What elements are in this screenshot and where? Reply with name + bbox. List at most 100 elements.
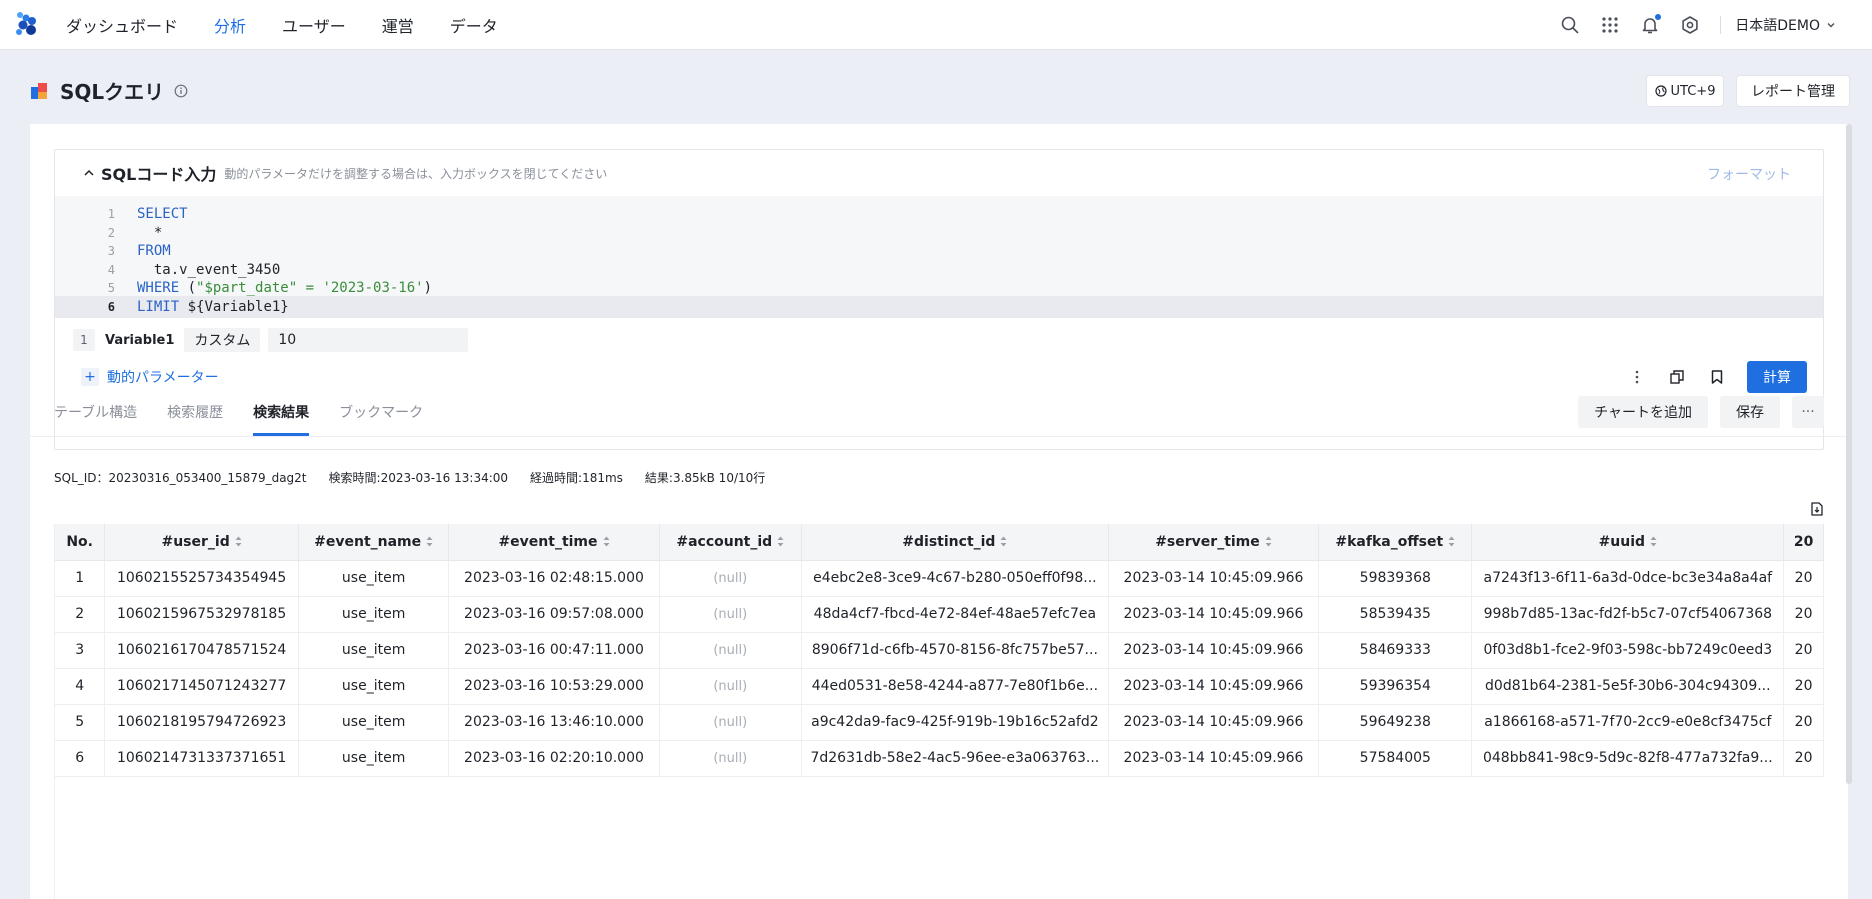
tab-table-structure[interactable]: テーブル構造 bbox=[54, 402, 137, 436]
column-header-label: #event_time bbox=[498, 533, 598, 550]
column-header-label: #uuid bbox=[1598, 533, 1646, 550]
table-cell: 1 bbox=[55, 560, 106, 597]
table-cell: 2 bbox=[55, 596, 106, 633]
column-header[interactable]: #event_name bbox=[298, 524, 450, 561]
table-cell: 8906f71d-c6fb-4570-8156-8fc757be57... bbox=[801, 632, 1109, 669]
globe-icon bbox=[1654, 85, 1667, 97]
more-vertical-icon[interactable] bbox=[1627, 367, 1647, 387]
table-cell: use_item bbox=[298, 632, 450, 669]
table-cell: (null) bbox=[659, 704, 802, 741]
table-cell: 3 bbox=[55, 632, 106, 669]
copy-icon[interactable] bbox=[1667, 367, 1687, 387]
sql-code-editor[interactable]: 1 SELECT 2 * 3 FROM 4 ta.v_event_3450 5 WHERE (… bbox=[55, 196, 1823, 318]
table-cell: 998b7d85-13ac-fd2f-b5c7-07cf54067368 bbox=[1471, 596, 1785, 633]
param-value-input[interactable] bbox=[268, 328, 469, 352]
column-header[interactable]: #user_id bbox=[104, 524, 299, 561]
sql-actions: 計算 bbox=[1627, 361, 1807, 393]
grid-icon[interactable] bbox=[1600, 15, 1620, 35]
line-number: 3 bbox=[107, 244, 115, 258]
table-cell: 1060215967532978185 bbox=[104, 596, 299, 633]
dynamic-param-row: 1 Variable1 カスタム bbox=[73, 328, 469, 352]
tabs-divider bbox=[30, 436, 1848, 437]
bookmark-icon[interactable] bbox=[1707, 367, 1727, 387]
nav-item-operations[interactable]: 運営 bbox=[382, 13, 414, 37]
sql-id: SQL_ID：20230316_053400_15879_dag2t bbox=[54, 471, 307, 485]
sql-query-icon bbox=[31, 82, 47, 99]
table-cell: (null) bbox=[659, 632, 802, 669]
line-number: 2 bbox=[107, 225, 115, 240]
page-title: SQLクエリ bbox=[60, 80, 165, 104]
column-header-label: No. bbox=[66, 533, 93, 550]
nav-item-analysis[interactable]: 分析 bbox=[214, 13, 246, 37]
column-header[interactable]: #distinct_id bbox=[801, 524, 1109, 561]
nav-item-dashboard[interactable]: ダッシュボード bbox=[66, 13, 178, 37]
table-cell: (null) bbox=[659, 668, 802, 705]
table-row[interactable]: 1 1060215525734354945 use_item 2023-03-16 0… bbox=[55, 560, 1824, 597]
table-row[interactable]: 6 1060214731337371651 use_item 2023-03-16 0… bbox=[55, 740, 1824, 777]
sort-icon[interactable] bbox=[1000, 536, 1007, 547]
report-management-button[interactable]: レポート管理 bbox=[1736, 75, 1850, 107]
sort-icon[interactable] bbox=[235, 536, 242, 547]
sort-icon[interactable] bbox=[777, 536, 784, 547]
more-actions-button[interactable]: ··· bbox=[1792, 396, 1824, 428]
line-number: 5 bbox=[107, 281, 115, 295]
tab-query-results[interactable]: 検索結果 bbox=[253, 402, 310, 436]
table-cell: a1866168-a571-7f70-2cc9-e0e8cf3475cf bbox=[1471, 704, 1785, 741]
format-button[interactable]: フォーマット bbox=[1707, 164, 1791, 184]
table-cell: 59839368 bbox=[1318, 560, 1473, 597]
column-header[interactable]: 20 bbox=[1783, 524, 1824, 561]
page-scrollbar[interactable] bbox=[1846, 124, 1852, 784]
sort-icon[interactable] bbox=[1448, 536, 1455, 547]
add-dynamic-param-button[interactable]: + 動的パラメーター bbox=[81, 367, 219, 387]
table-row[interactable]: 3 1060216170478571524 use_item 2023-03-16 0… bbox=[55, 632, 1824, 669]
table-cell: 0f03d8b1-fce2-9f03-598c-bb7249c0eed3 bbox=[1471, 632, 1785, 669]
sort-icon[interactable] bbox=[1265, 536, 1272, 547]
timezone-button[interactable]: UTC+9 bbox=[1646, 75, 1724, 107]
column-header[interactable]: #server_time bbox=[1108, 524, 1320, 561]
info-icon[interactable] bbox=[174, 84, 188, 98]
column-header[interactable]: No. bbox=[55, 524, 106, 561]
run-query-button[interactable]: 計算 bbox=[1747, 361, 1807, 393]
result-table-container[interactable]: No. #user_id #event_name #event_time #accoun… bbox=[54, 524, 1824, 899]
workspace-selector[interactable]: 日本語DEMO bbox=[1735, 15, 1836, 35]
gear-icon[interactable] bbox=[1680, 15, 1700, 35]
table-cell: (null) bbox=[659, 596, 802, 633]
column-header[interactable]: #kafka_offset bbox=[1318, 524, 1473, 561]
table-cell: 20 bbox=[1783, 740, 1824, 777]
main-content-card: SQLコード入力 動的パラメータだけを調整する場合は、入力ボックスを閉じてくださ… bbox=[30, 124, 1848, 899]
tab-bookmarks[interactable]: ブックマーク bbox=[339, 402, 423, 436]
column-header-label: #event_name bbox=[314, 533, 422, 550]
table-cell: 6 bbox=[55, 740, 106, 777]
nav-item-data[interactable]: データ bbox=[450, 13, 498, 37]
table-row[interactable]: 2 1060215967532978185 use_item 2023-03-16 0… bbox=[55, 596, 1824, 633]
code-line[interactable]: 6 LIMIT ${Variable1} bbox=[55, 295, 1823, 318]
notification-dot bbox=[1655, 14, 1662, 20]
search-icon[interactable] bbox=[1560, 15, 1580, 35]
chevron-up-icon[interactable] bbox=[83, 167, 95, 179]
sql-editor-header: SQLコード入力 動的パラメータだけを調整する場合は、入力ボックスを閉じてくださ… bbox=[55, 150, 1823, 196]
table-cell: 7d2631db-58e2-4ac5-96ee-e3a063763... bbox=[801, 740, 1109, 777]
param-type-select[interactable]: カスタム bbox=[184, 328, 261, 352]
save-button[interactable]: 保存 bbox=[1720, 396, 1780, 428]
tab-query-history[interactable]: 検索履歴 bbox=[167, 402, 223, 436]
column-header-label: #server_time bbox=[1155, 533, 1260, 550]
column-header[interactable]: #account_id bbox=[659, 524, 802, 561]
export-file-icon[interactable] bbox=[1810, 502, 1824, 516]
app-logo-icon[interactable] bbox=[12, 10, 40, 38]
sort-icon[interactable] bbox=[1650, 536, 1657, 547]
column-header[interactable]: #event_time bbox=[448, 524, 660, 561]
nav-item-users[interactable]: ユーザー bbox=[282, 13, 346, 37]
sort-icon[interactable] bbox=[426, 536, 433, 547]
table-cell: 5 bbox=[55, 704, 106, 741]
line-number: 1 bbox=[107, 207, 115, 221]
top-navigation-bar: ダッシュボード 分析 ユーザー 運営 データ 日本語DEMO bbox=[0, 0, 1872, 50]
bell-icon[interactable] bbox=[1640, 14, 1662, 35]
table-row[interactable]: 5 1060218195794726923 use_item 2023-03-16 1… bbox=[55, 704, 1824, 741]
code-text: FROM bbox=[137, 243, 171, 259]
column-header[interactable]: #uuid bbox=[1471, 524, 1785, 561]
table-row[interactable]: 4 1060217145071243277 use_item 2023-03-16 1… bbox=[55, 668, 1824, 705]
timezone-label: UTC+9 bbox=[1670, 83, 1716, 99]
sort-icon[interactable] bbox=[603, 536, 610, 547]
table-cell: 2023-03-16 00:47:11.000 bbox=[448, 632, 660, 669]
add-chart-button[interactable]: チャートを追加 bbox=[1578, 396, 1708, 428]
